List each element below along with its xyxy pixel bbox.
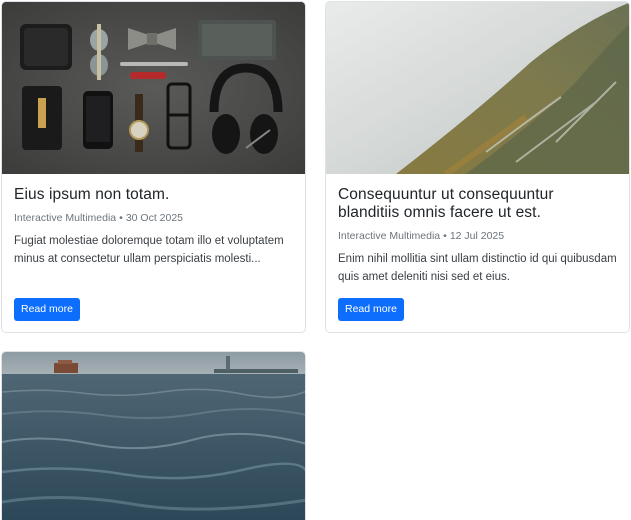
- card-title: Eius ipsum non totam.: [14, 186, 170, 203]
- meta-separator: •: [119, 212, 123, 224]
- card-meta: Interactive Multimedia • 12 Jul 2025: [338, 229, 617, 243]
- article-card: Eius ipsum non totam. Interactive Multim…: [1, 1, 306, 333]
- card-category: Interactive Multimedia: [14, 212, 117, 224]
- card-image[interactable]: [2, 2, 305, 174]
- card-excerpt: Enim nihil mollitia sint ullam distincti…: [338, 253, 617, 283]
- card-date: 30 Oct 2025: [125, 212, 184, 224]
- card-meta: Interactive Multimedia • 30 Oct 2025: [14, 211, 293, 225]
- card-title: Consequuntur ut consequuntur blanditiis …: [338, 186, 554, 221]
- card-image[interactable]: [2, 352, 305, 520]
- meta-separator: •: [443, 230, 447, 242]
- card-date: 12 Jul 2025: [449, 230, 505, 242]
- card-excerpt: Fugiat molestiae doloremque totam illo e…: [14, 235, 284, 265]
- card-category: Interactive Multimedia: [338, 230, 441, 242]
- article-card: [1, 351, 306, 520]
- read-more-button[interactable]: Read more: [14, 298, 80, 321]
- article-card: Consequuntur ut consequuntur blanditiis …: [325, 1, 630, 333]
- card-image[interactable]: [326, 2, 629, 174]
- read-more-button[interactable]: Read more: [338, 298, 404, 321]
